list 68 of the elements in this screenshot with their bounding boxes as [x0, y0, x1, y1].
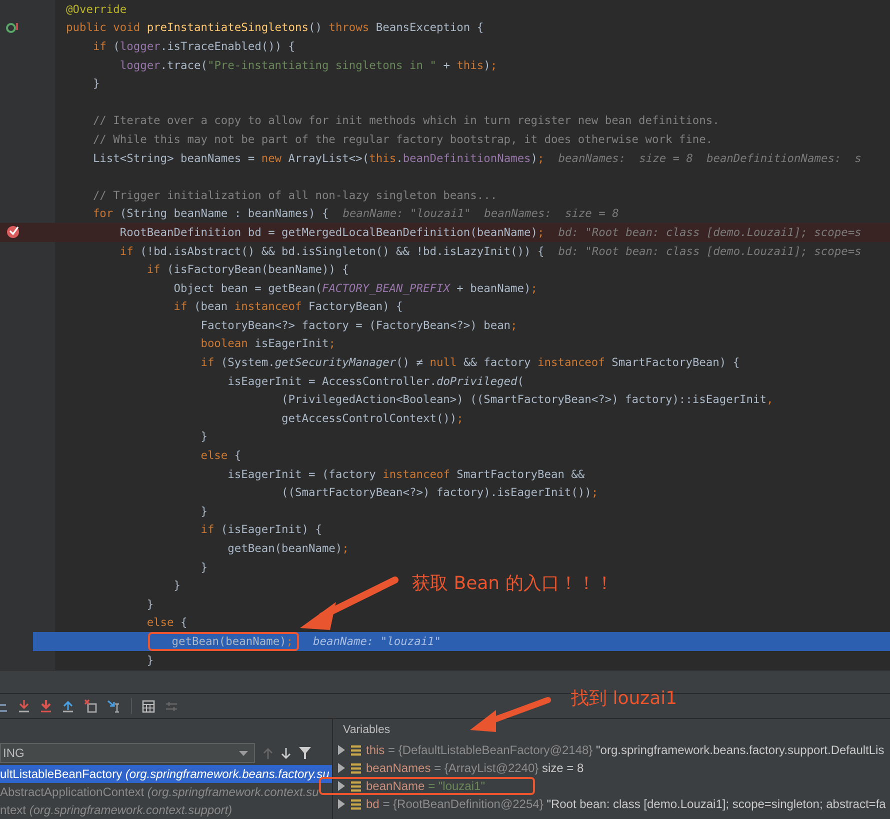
code-text: isEagerInit = (factory instanceof SmartFactoryBean && [226, 468, 585, 481]
code-text: getBean(beanName); [172, 634, 294, 648]
code-text: } [146, 654, 154, 667]
drop-frame-icon[interactable] [84, 699, 97, 713]
step-out-icon[interactable] [62, 699, 74, 713]
code-text: if (bean instanceof FactoryBean) { [172, 300, 403, 314]
code-text: getBean(beanName); [226, 542, 349, 556]
inline-value-hint: bd: "Root bean: class [demo.Louzai1]; scope=s [558, 244, 862, 258]
code-text: } [200, 504, 208, 518]
code-text: (PrivilegedAction<Boolean>) ((SmartFactoryBean<?>) factory)::isEagerInit, [280, 393, 774, 406]
code-text: List<String> beanNames = new ArrayList<>(this.beanDefinitionNames); [92, 152, 544, 165]
code-text: } [200, 430, 208, 444]
code-text: ((SmartFactoryBean<?>) factory).isEagerInit()); [280, 486, 598, 500]
code-text: if (isEagerInit) { [200, 523, 322, 536]
code-text: if (isFactoryBean(beanName)) { [146, 263, 349, 276]
code-text: } [200, 560, 208, 574]
inline-value-hint: beanName: "louzai1" [313, 634, 442, 648]
variable-entry: this = {DefaultListableBeanFactory@2148} "org.springframework.beans.factory.support.DefaultLis [366, 743, 884, 757]
step-into-icon[interactable] [18, 699, 30, 713]
variable-entry: beanName = "louzai1" [366, 779, 485, 793]
expand-icon[interactable] [337, 799, 346, 809]
code-text: if (System.getSecurityManager() ≠ null && factory instanceof SmartFactoryBean) { [200, 356, 740, 370]
code-text: // Trigger initialization of all non-lazy singleton beans... [92, 188, 498, 202]
field-icon [351, 762, 361, 774]
inline-value-hint: beanName: "louzai1" beanNames: size = 8 [342, 207, 619, 220]
code-text: getAccessControlContext()); [280, 412, 464, 425]
code-text: } [92, 77, 100, 90]
run-to-cursor-icon[interactable] [107, 699, 121, 713]
field-icon [351, 798, 361, 810]
code-text: logger.trace("Pre-instantiating singletons in " + this); [118, 58, 498, 72]
code-text: // While this may not be part of the regular factory bootstrap, it does otherwise work fine. [92, 132, 713, 146]
stack-frame[interactable]: AbstractApplicationContext (org.springframework.context.su [0, 783, 332, 801]
force-step-into-icon[interactable] [40, 699, 52, 713]
inline-value-hint: bd: "Root bean: class [demo.Louzai1]; scope=s [558, 226, 862, 239]
code-text: @Override [66, 2, 127, 16]
override-marker-icon[interactable] [6, 22, 19, 34]
panel-title: Variables [343, 724, 390, 736]
code-text: isEagerInit = AccessController.doPrivileged( [226, 374, 524, 388]
field-icon [351, 780, 361, 792]
code-text: Object bean = getBean(FACTORY_BEAN_PREFIX + beanName); [172, 282, 538, 295]
code-text: FactoryBean<?> factory = (FactoryBean<?>) bean; [200, 318, 518, 332]
expand-icon[interactable] [337, 763, 346, 773]
expand-icon[interactable] [337, 745, 346, 755]
filter-icon[interactable] [299, 747, 311, 759]
expand-icon[interactable] [337, 781, 346, 791]
code-text: } [172, 579, 181, 592]
code-text: // Iterate over a copy to allow for init methods which in turn register new bean definitions. [92, 114, 720, 128]
code-text: else { [146, 616, 188, 630]
field-icon [351, 744, 361, 756]
code-text: if (!bd.isAbstract() && bd.isSingleton() && !bd.isLazyInit()) { [118, 244, 544, 258]
code-text: public void preInstantiateSingletons() throws BeansException { [66, 21, 484, 34]
breakpoint-icon[interactable] [6, 225, 20, 240]
code-text: else { [200, 449, 242, 462]
down-arrow-icon[interactable] [281, 746, 291, 760]
variable-entry: beanNames = {ArrayList@2240} size = 8 [366, 761, 584, 775]
inline-value-hint: beanNames: size = 8 beanDefinitionNames: s [558, 152, 862, 165]
stack-frame[interactable]: ultListableBeanFactory (org.springframework.beans.factory.su [0, 765, 332, 783]
code-text: boolean isEagerInit; [200, 337, 336, 350]
annotation-label: 找到 louzai1 [571, 687, 678, 710]
code-text: for (String beanName : beanNames) { [92, 207, 329, 220]
caret-icon [239, 750, 248, 756]
stack-frame[interactable]: ntext (org.springframework.context.support) [0, 801, 332, 819]
thread-dropdown[interactable]: ING [0, 743, 255, 763]
variable-entry: bd = {RootBeanDefinition@2254} "Root bean: class [demo.Louzai1]; scope=singleton; abstract=fa [366, 797, 886, 811]
code-text: } [146, 598, 154, 611]
code-text: if (logger.isTraceEnabled()) { [92, 40, 296, 53]
annotation-label: 获取 Bean 的入口！！！ [412, 572, 614, 595]
code-text: RootBeanDefinition bd = getMergedLocalBeanDefinition(beanName); [118, 226, 544, 239]
